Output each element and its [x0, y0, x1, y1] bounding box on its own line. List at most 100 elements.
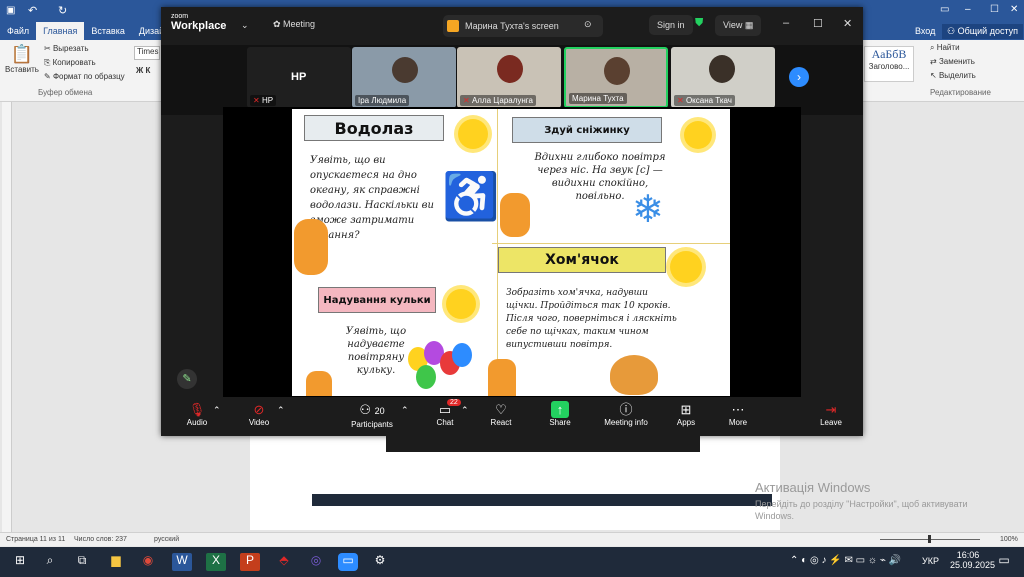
status-bar: Страница 11 из 11 Число слов: 237 русски… — [0, 532, 1024, 546]
child-figure — [294, 219, 328, 275]
participant-tile[interactable]: ✕ Оксана Ткач — [671, 47, 775, 108]
tray-icons[interactable]: ⌃ ◐ ◎ ♪ ⚡ ✉ ▭ ☼ ⌁ 🔊 — [790, 555, 901, 566]
participant-tile[interactable]: HP ✕ HP — [247, 47, 351, 108]
font-name-box[interactable]: Times — [134, 46, 160, 60]
share-button[interactable]: ⚇ Общий доступ — [942, 24, 1024, 39]
video-button[interactable]: ⊘ Video — [243, 401, 275, 427]
excel-icon[interactable]: X — [206, 553, 226, 571]
next-page-icon[interactable]: › — [789, 67, 809, 87]
close-icon[interactable]: ✕ — [843, 17, 852, 30]
settings-icon[interactable]: ⚙ — [370, 553, 390, 571]
search-icon[interactable]: ⌕ — [40, 553, 60, 571]
chevron-down-icon[interactable]: ⌄ — [241, 20, 249, 31]
zoom-toolbar: 🎙 Audio ⌃ ⊘ Video ⌃ ⚇ 20 Participants ⌃ ▭ Ch… — [161, 399, 863, 436]
file-explorer-icon[interactable]: ▆ — [106, 553, 126, 571]
notifications-icon[interactable]: ▭ — [994, 553, 1014, 571]
clock[interactable]: 16:06 25.09.2025 — [950, 550, 995, 570]
paste-button[interactable]: 📋 Вставить — [4, 44, 40, 74]
video-label: Video — [248, 418, 270, 427]
restore-icon[interactable]: ▭ — [940, 4, 949, 15]
sun-icon — [458, 119, 488, 149]
camera-off-icon: ⊘ — [253, 402, 265, 417]
input-language[interactable]: УКР — [922, 556, 939, 566]
mic-muted-icon: ✕ — [463, 96, 472, 105]
screen-share-pill[interactable]: Марина Тухта's screen — [443, 15, 603, 37]
start-icon[interactable]: ⊞ — [10, 553, 30, 571]
child-figure — [488, 359, 516, 396]
tab-insert[interactable]: Вставка — [84, 22, 131, 40]
share-screen-button[interactable]: ↑ Share — [545, 401, 575, 427]
chat-options-icon[interactable]: ⌃ — [461, 405, 469, 416]
participant-initials: HP — [291, 71, 307, 83]
video-person — [709, 55, 735, 83]
view-button[interactable]: View ▦ — [715, 15, 762, 36]
apps-button[interactable]: ⊞ Apps — [673, 401, 699, 427]
heart-icon: ♡ — [495, 402, 507, 417]
audio-button[interactable]: 🎙 Audio — [181, 401, 213, 427]
acrobat-icon[interactable]: ⬘ — [274, 553, 294, 571]
clipboard-icon: 📋 — [10, 44, 34, 64]
participants-options-icon[interactable]: ⌃ — [401, 405, 409, 416]
video-gallery: HP ✕ HP Іра Людмила ✕ Алла Царалунга Мар… — [161, 45, 863, 115]
signin-button[interactable]: Sign in — [649, 15, 693, 35]
language[interactable]: русский — [154, 536, 179, 543]
react-button[interactable]: ♡ React — [487, 401, 515, 427]
participant-tile[interactable]: Іра Людмила — [352, 47, 456, 108]
signin-link[interactable]: Вход — [915, 26, 935, 36]
zoom-slider[interactable] — [870, 534, 990, 544]
zoom-app-icon[interactable]: ▭ — [338, 553, 358, 571]
s3-text: Уявіть, що надуваєте повітряну кульку. — [345, 326, 407, 376]
tab-file[interactable]: Файл — [0, 22, 36, 40]
maximize-icon[interactable]: ☐ — [813, 17, 823, 30]
font-styles[interactable]: Ж К — [136, 66, 150, 75]
chat-button[interactable]: ▭ Chat 22 — [431, 399, 461, 427]
close-icon[interactable]: ✕ — [1010, 4, 1018, 15]
format-painter-button[interactable]: ✎ Формат по образцу — [44, 72, 125, 81]
save-icon[interactable]: ▣ — [6, 5, 15, 16]
maximize-icon[interactable]: ☐ — [990, 4, 999, 15]
shield-icon[interactable]: ⛊ — [695, 17, 703, 30]
select-button[interactable]: ↖ Выделить — [930, 71, 976, 80]
brush-icon: ✎ — [44, 72, 53, 81]
more-button[interactable]: ⋯ More — [725, 401, 751, 427]
s4-title: Хом'ячок — [498, 247, 666, 273]
meeting-text: Meeting — [283, 19, 316, 29]
page-count[interactable]: Страница 11 из 11 — [6, 536, 65, 543]
find-button[interactable]: ⌕ Найти — [930, 43, 960, 53]
more-options-icon[interactable]: ⊙ — [584, 19, 592, 30]
mic-off-icon: 🎙 — [188, 402, 206, 417]
annotate-icon[interactable]: ✎ — [177, 369, 197, 389]
zoom-level[interactable]: 100% — [1000, 536, 1018, 543]
minimize-icon[interactable]: – — [965, 4, 971, 15]
editing-group-label: Редактирование — [930, 88, 991, 97]
task-view-icon[interactable]: ⧉ — [72, 553, 92, 571]
replace-button[interactable]: ⇄ Заменить — [930, 57, 975, 66]
redo-icon[interactable]: ↻ — [58, 4, 67, 17]
meeting-info-button[interactable]: ⓘ Meeting info — [599, 401, 653, 427]
style-gallery[interactable]: АаБбВ Заголово... — [864, 46, 914, 82]
viber-icon[interactable]: ◎ — [306, 553, 326, 571]
copy-button[interactable]: ⎘ Копировать — [44, 58, 96, 68]
word-count[interactable]: Число слов: 237 — [74, 536, 127, 543]
chrome-icon[interactable]: ◉ — [138, 553, 158, 571]
participant-tile-active[interactable]: Марина Тухта — [564, 47, 668, 108]
replace-icon: ⇄ — [930, 57, 939, 66]
tab-home[interactable]: Главная — [36, 22, 85, 40]
cut-button[interactable]: ✂ Вырезать — [44, 44, 89, 53]
replace-label: Заменить — [938, 57, 975, 66]
participant-tile[interactable]: ✕ Алла Царалунга — [457, 47, 561, 108]
video-person — [497, 55, 523, 83]
participants-count: 20 — [374, 406, 385, 416]
audio-options-icon[interactable]: ⌃ — [213, 405, 221, 416]
participants-button[interactable]: ⚇ 20 Participants — [347, 401, 397, 429]
balloons — [408, 341, 478, 393]
undo-icon[interactable]: ↶ — [28, 4, 37, 17]
video-options-icon[interactable]: ⌃ — [277, 405, 285, 416]
minimize-icon[interactable]: – — [783, 17, 789, 29]
leave-button[interactable]: ⇥ Leave — [817, 401, 845, 427]
powerpoint-icon[interactable]: P — [240, 553, 260, 571]
more-icon: ⋯ — [731, 402, 745, 417]
word-icon[interactable]: W — [172, 553, 192, 571]
find-label: Найти — [936, 43, 960, 52]
apps-label: Apps — [676, 418, 696, 427]
